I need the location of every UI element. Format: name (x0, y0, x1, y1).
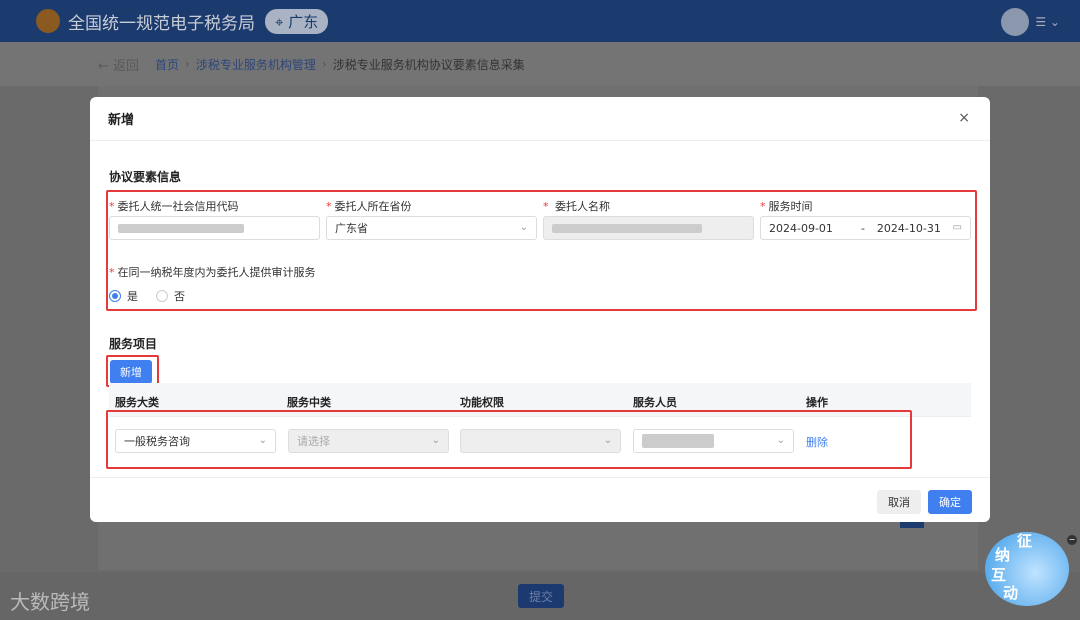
breadcrumb-current: 涉税专业服务机构协议要素信息采集 (332, 57, 525, 72)
page-footer: 大数跨境 提交 (0, 572, 1080, 620)
dialog-title: 新增 (108, 113, 135, 128)
minimize-icon[interactable]: − (1067, 535, 1077, 545)
menu-icon: ☰ ⌄ (1035, 15, 1060, 29)
mascot-assistant-icon[interactable]: 征 纳 互 动 (985, 532, 1069, 606)
add-dialog: 新增 × 协议要素信息 * 委托人统一社会信用代码 * 委托人所在省份 广东省 ⌄ *… (90, 97, 990, 522)
submit-button[interactable]: 提交 (518, 584, 564, 608)
top-header: 全国统一规范电子税务局 ⌖ 广东 ☰ ⌄ (0, 0, 1080, 42)
avatar (1001, 8, 1030, 36)
back-button[interactable]: ← 返回 (98, 55, 139, 74)
close-icon[interactable]: × (958, 110, 970, 126)
highlight-box (106, 190, 977, 311)
cancel-button[interactable]: 取消 (877, 490, 921, 514)
section-title-agreement: 协议要素信息 (109, 170, 182, 184)
user-menu[interactable]: ☰ ⌄ (1001, 8, 1060, 36)
site-title: 全国统一规范电子税务局 (68, 13, 255, 34)
region-selector[interactable]: ⌖ 广东 (265, 8, 329, 34)
section-title-services: 服务项目 (109, 337, 158, 351)
breadcrumb: ← 返回 首页 › 涉税专业服务机构管理 › 涉税专业服务机构协议要素信息采集 (0, 42, 1080, 86)
breadcrumb-management[interactable]: 涉税专业服务机构管理 (196, 56, 316, 73)
region-label: 广东 (288, 12, 319, 31)
highlight-box (106, 410, 912, 469)
tax-emblem-icon (36, 9, 60, 33)
watermark: 大数跨境 (10, 590, 90, 614)
breadcrumb-home[interactable]: 首页 (155, 56, 179, 73)
confirm-button[interactable]: 确定 (928, 490, 972, 514)
